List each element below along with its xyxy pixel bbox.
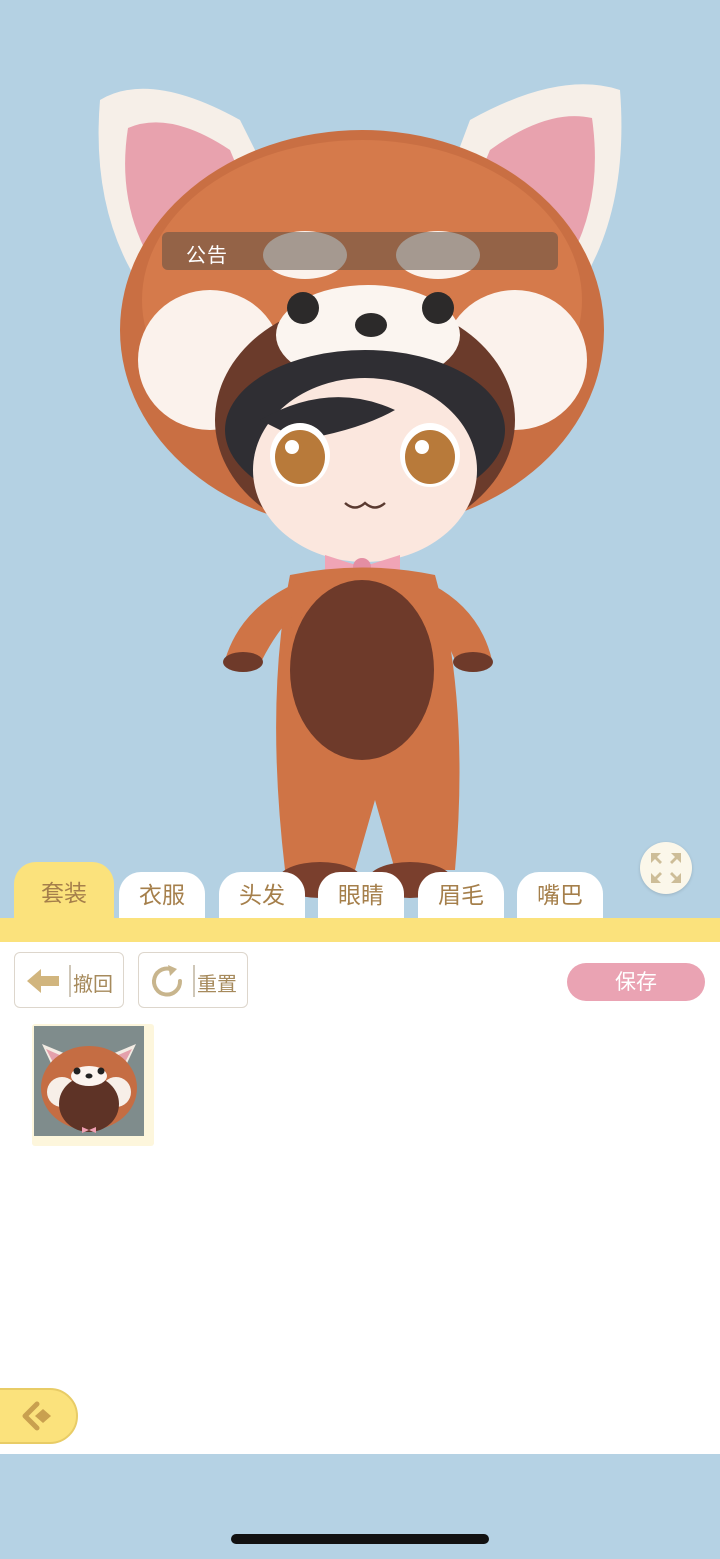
outfit-thumbnail-red-panda[interactable] bbox=[32, 1024, 154, 1146]
avatar-model[interactable] bbox=[0, 0, 720, 920]
save-button[interactable]: 保存 bbox=[567, 963, 705, 1001]
announcement-label: 公告 bbox=[186, 243, 228, 267]
refresh-icon bbox=[152, 965, 183, 997]
tab-hair[interactable]: 头发 bbox=[219, 872, 305, 920]
red-panda-suit-image bbox=[41, 1044, 137, 1133]
reset-label: 重置 bbox=[197, 972, 237, 996]
tab-clothes[interactable]: 衣服 bbox=[119, 872, 205, 920]
undo-button[interactable]: 撤回 bbox=[14, 952, 124, 1008]
back-button[interactable] bbox=[0, 1388, 78, 1444]
arrow-left-icon bbox=[27, 969, 59, 993]
undo-separator bbox=[69, 965, 71, 997]
reset-button[interactable]: 重置 bbox=[138, 952, 248, 1008]
back-arrow-icon bbox=[22, 1401, 51, 1431]
undo-label: 撤回 bbox=[73, 972, 113, 996]
reset-separator bbox=[193, 965, 195, 997]
avatar-stage[interactable]: 公告 bbox=[0, 0, 720, 920]
tab-eyes[interactable]: 眼睛 bbox=[318, 872, 404, 920]
category-tabs: 套装 衣服 头发 眼睛 眉毛 嘴巴 bbox=[0, 862, 720, 920]
item-panel: 撤回 重置 保存 bbox=[0, 942, 720, 1454]
tab-underline bbox=[0, 918, 720, 942]
outfit-thumbnail-image bbox=[34, 1026, 144, 1136]
home-indicator[interactable] bbox=[231, 1534, 489, 1544]
tab-outfit-set[interactable]: 套装 bbox=[14, 862, 114, 920]
tab-eyebrows[interactable]: 眉毛 bbox=[418, 872, 504, 920]
tab-mouth[interactable]: 嘴巴 bbox=[517, 872, 603, 920]
announcement-bar[interactable]: 公告 bbox=[162, 232, 558, 270]
